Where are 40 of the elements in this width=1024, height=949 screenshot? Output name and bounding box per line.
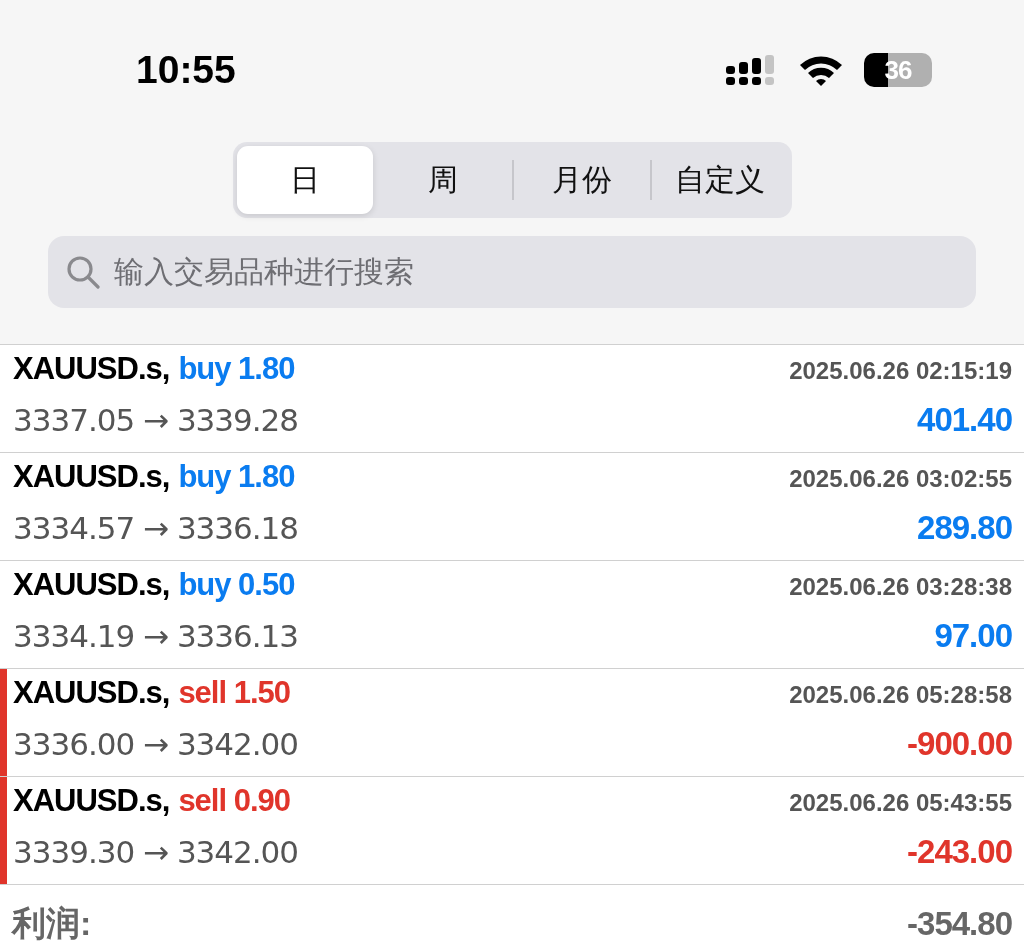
trade-row[interactable]: XAUUSD.s, sell 0.90 2025.06.26 05:43:55 3339.30 → 3342.00 -243.00 [0, 777, 1024, 885]
trade-profit: 401.40 [917, 401, 1012, 439]
trade-time: 2025.06.26 05:28:58 [789, 681, 1012, 709]
trade-symbol: XAUUSD.s, [13, 675, 170, 711]
trade-time: 2025.06.26 03:02:55 [789, 465, 1012, 493]
trade-symbol: XAUUSD.s, [13, 783, 170, 819]
trade-profit: -900.00 [907, 725, 1012, 763]
trade-order: sell 0.90 [178, 783, 291, 819]
trade-time: 2025.06.26 05:43:55 [789, 789, 1012, 817]
trade-order: buy 1.80 [178, 351, 295, 387]
search-field[interactable]: 输入交易品种进行搜索 [48, 236, 976, 308]
trade-prices: 3334.19 → 3336.13 [13, 618, 299, 654]
trade-prices: 3336.00 → 3342.00 [13, 726, 299, 762]
trade-symbol: XAUUSD.s, [13, 567, 170, 603]
trade-profit: 97.00 [934, 617, 1012, 655]
trade-row[interactable]: XAUUSD.s, buy 1.80 2025.06.26 03:02:55 3334.57 → 3336.18 289.80 [0, 453, 1024, 561]
trade-profit: -243.00 [907, 833, 1012, 871]
trade-row[interactable]: XAUUSD.s, buy 1.80 2025.06.26 02:15:19 3337.05 → 3339.28 401.40 [0, 345, 1024, 453]
period-tab[interactable]: 日 [237, 146, 374, 214]
period-tab[interactable]: 自定义 [651, 146, 788, 214]
trade-symbol: XAUUSD.s, [13, 351, 170, 387]
trade-order: buy 1.80 [178, 459, 295, 495]
trade-symbol: XAUUSD.s, [13, 459, 170, 495]
profit-total: -354.80 [907, 905, 1012, 943]
trade-prices: 3334.57 → 3336.18 [13, 510, 299, 546]
wifi-icon [798, 53, 844, 87]
trade-row[interactable]: XAUUSD.s, sell 1.50 2025.06.26 05:28:58 3336.00 → 3342.00 -900.00 [0, 669, 1024, 777]
trade-order: sell 1.50 [178, 675, 291, 711]
trade-order: buy 0.50 [178, 567, 295, 603]
trade-profit: 289.80 [917, 509, 1012, 547]
trade-prices: 3337.05 → 3339.28 [13, 402, 299, 438]
profit-label: 利润: [12, 903, 92, 944]
period-tab[interactable]: 月份 [513, 146, 650, 214]
trade-row[interactable]: XAUUSD.s, buy 0.50 2025.06.26 03:28:38 3334.19 → 3336.13 97.00 [0, 561, 1024, 669]
status-time: 10:55 [136, 48, 236, 92]
trade-time: 2025.06.26 02:15:19 [789, 357, 1012, 385]
period-tab[interactable]: 周 [375, 146, 512, 214]
trade-time: 2025.06.26 03:28:38 [789, 573, 1012, 601]
trade-prices: 3339.30 → 3342.00 [13, 834, 299, 870]
search-icon [66, 255, 100, 289]
